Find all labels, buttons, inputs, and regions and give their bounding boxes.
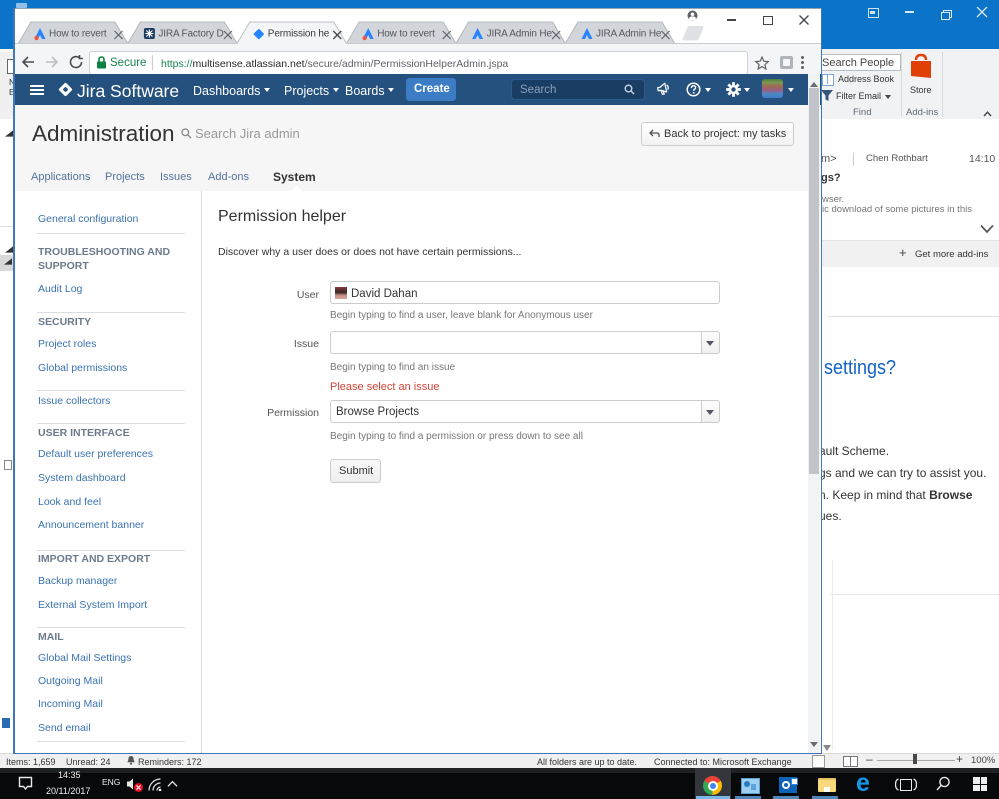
svg-text:JIRA Admin He: JIRA Admin He [596, 29, 662, 40]
svg-text:JIRA Admin He: JIRA Admin He [486, 29, 552, 40]
svg-text:How to revert: How to revert [377, 29, 435, 40]
svg-text:How to revert: How to revert [49, 29, 107, 40]
svg-text:JIRA Factory D: JIRA Factory D [158, 29, 223, 40]
svg-text:Permission he: Permission he [267, 29, 329, 40]
